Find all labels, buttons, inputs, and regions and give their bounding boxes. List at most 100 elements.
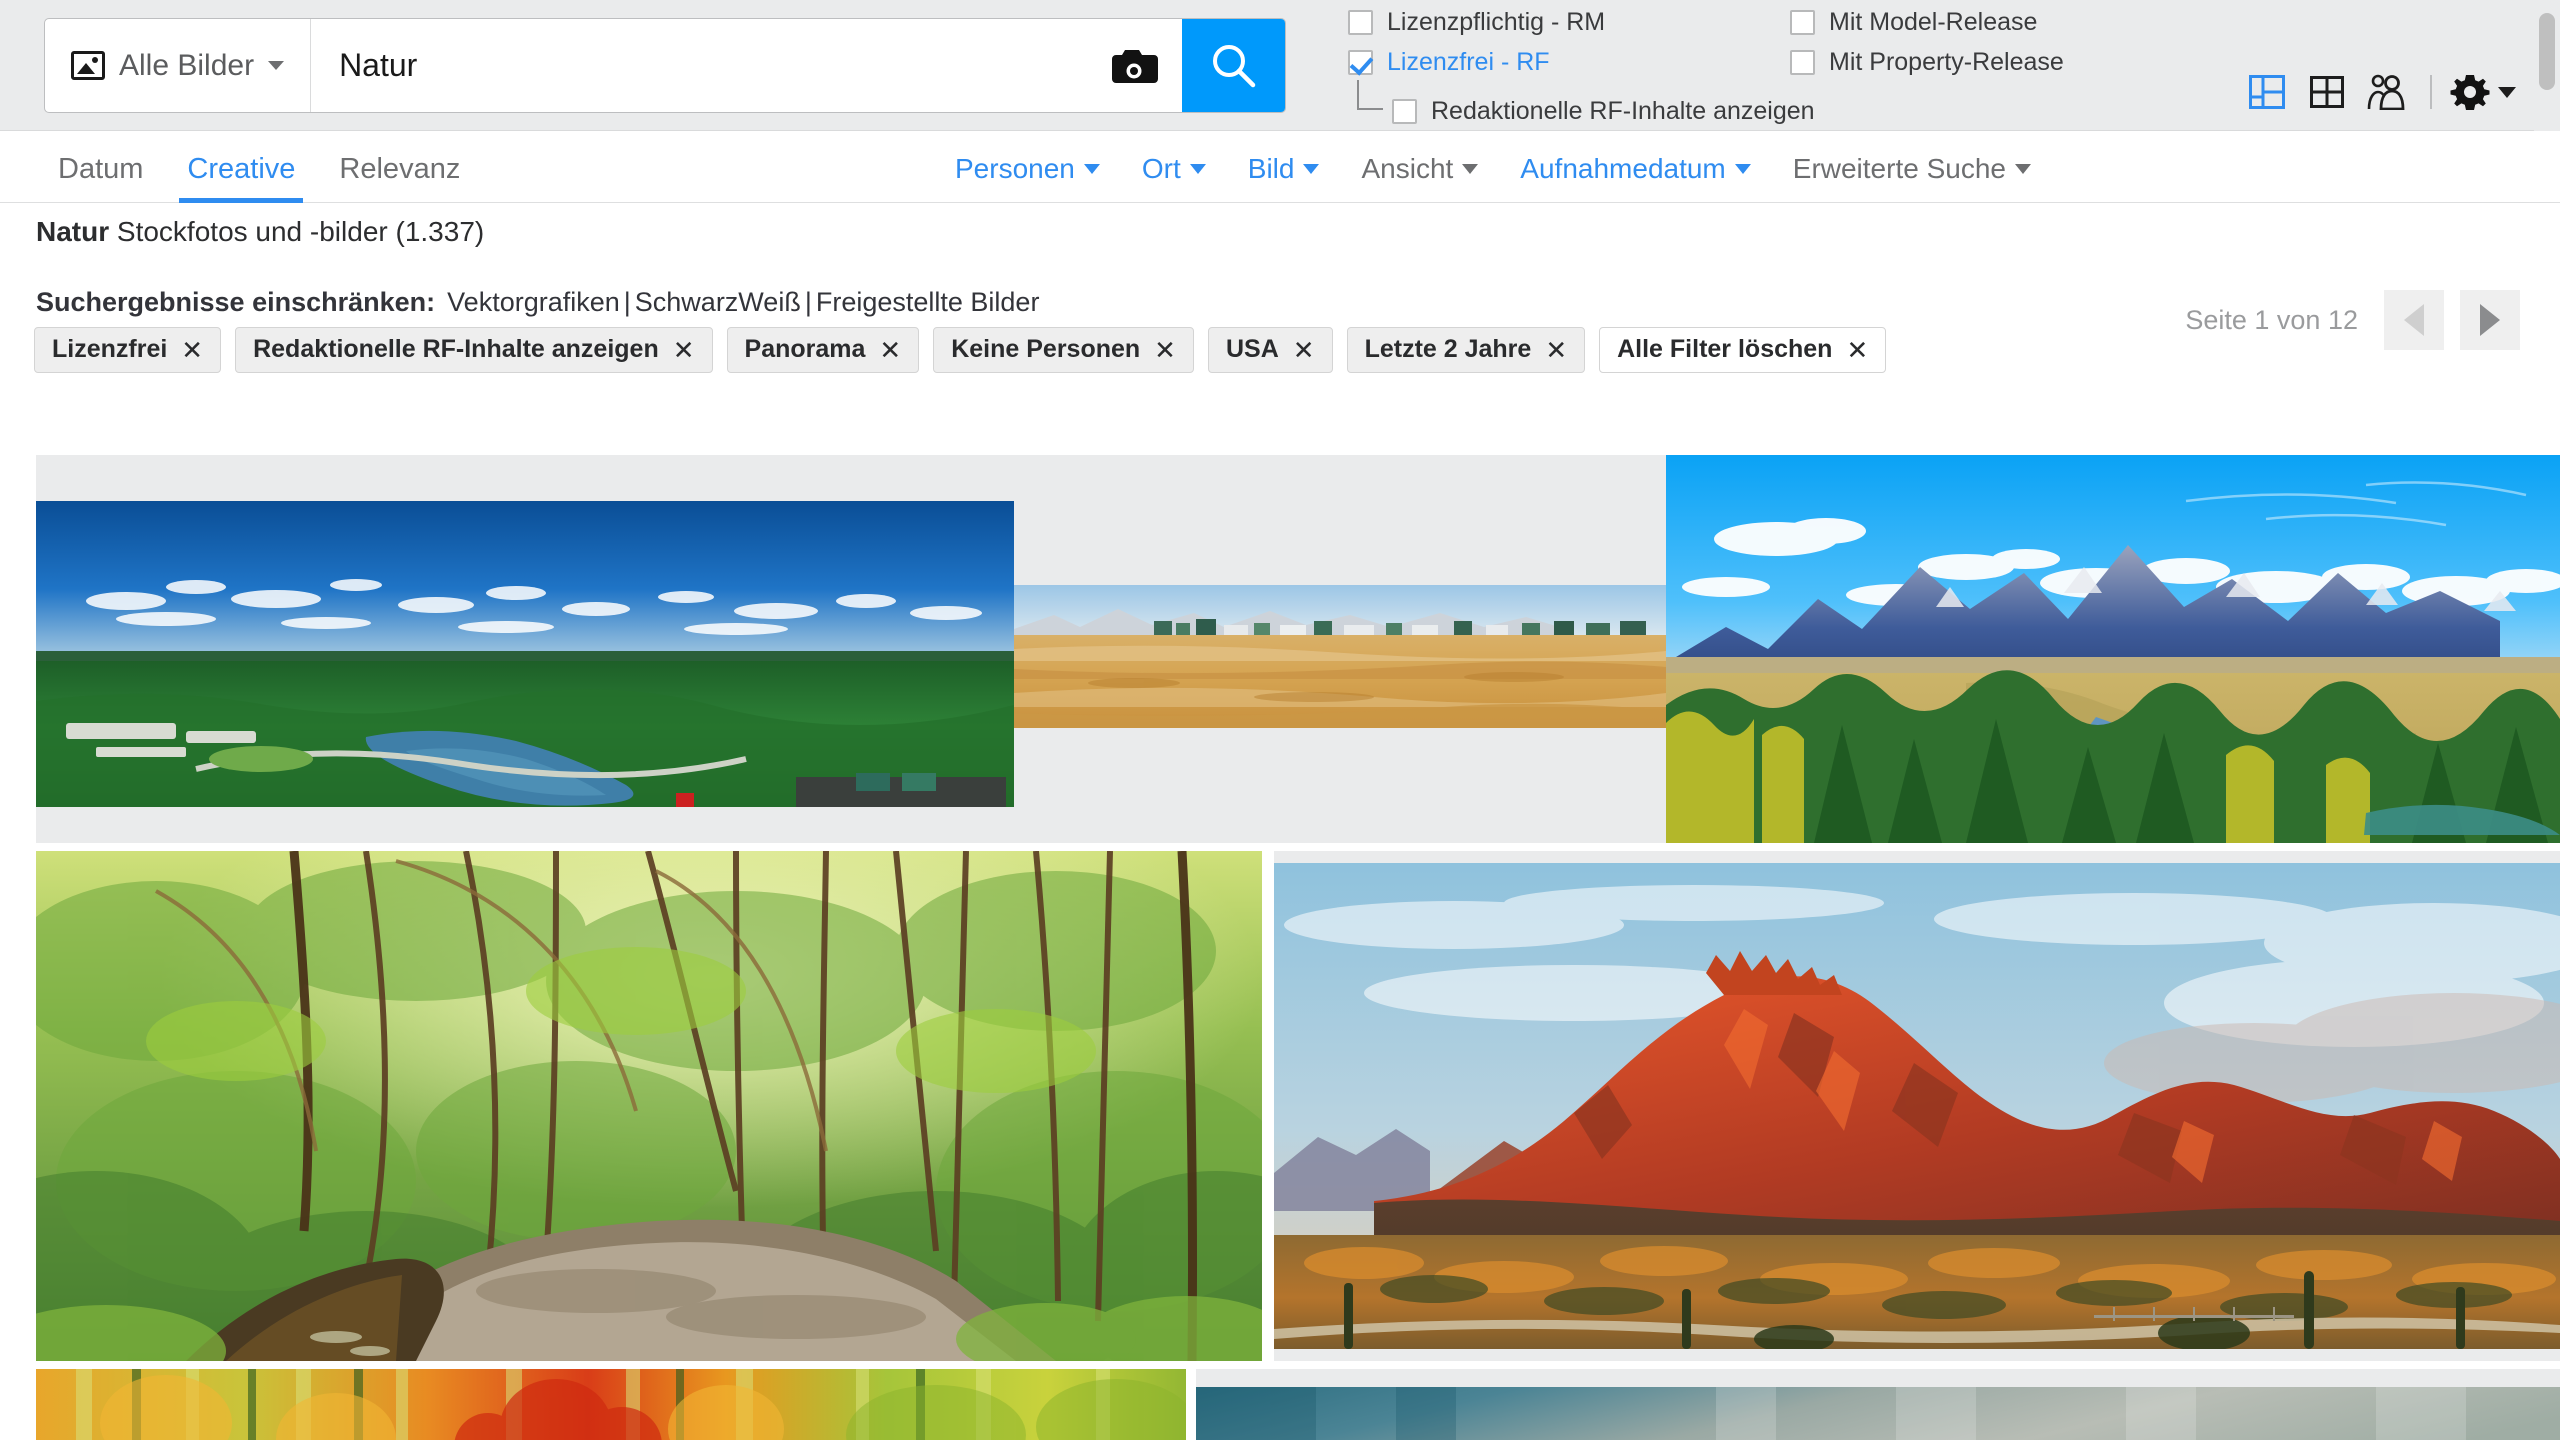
image-type-selector[interactable]: Alle Bilder	[45, 19, 312, 112]
people-view-icon	[2367, 74, 2405, 110]
triangle-left-icon	[2404, 304, 2424, 336]
chip-panorama[interactable]: Panorama ✕	[726, 327, 920, 373]
dropdown-erweiterte-suche[interactable]: Erweiterte Suche	[1793, 153, 2031, 185]
dropdown-erweiterte-suche-label: Erweiterte Suche	[1792, 153, 2006, 184]
checkbox-label-model-release: Mit Model-Release	[1829, 8, 2038, 36]
checkbox-row-rm[interactable]: Lizenzpflichtig - RM	[1348, 8, 1815, 37]
chevron-down-icon	[2014, 164, 2031, 174]
refine-label: Suchergebnisse einschränken:	[36, 287, 436, 317]
checkbox-rf[interactable]	[1348, 50, 1373, 75]
chip-lizenzfrei[interactable]: Lizenzfrei ✕	[34, 327, 222, 373]
chip-label: Letzte 2 Jahre	[1364, 335, 1532, 363]
chip-letzte-2-jahre[interactable]: Letzte 2 Jahre ✕	[1346, 327, 1586, 373]
close-icon[interactable]: ✕	[879, 337, 901, 363]
search-input[interactable]	[311, 19, 1086, 112]
checkbox-model-release[interactable]	[1790, 10, 1815, 35]
chip-label: Alle Filter löschen	[1617, 335, 1833, 363]
tree-branch-icon	[1357, 80, 1383, 110]
chip-label: Lizenzfrei	[52, 335, 168, 363]
dropdown-ort-label: Ort	[1141, 153, 1181, 184]
close-icon[interactable]: ✕	[1545, 337, 1567, 363]
scrollbar-thumb[interactable]	[2539, 13, 2555, 90]
close-icon[interactable]: ✕	[181, 337, 203, 363]
grid-view-icon	[2310, 76, 2344, 108]
refine-link-schwarzweiss[interactable]: SchwarzWeiß	[635, 287, 801, 318]
results-suffix: Stockfotos und -bilder (1.337)	[109, 216, 485, 247]
license-filter-group-right: Mit Model-Release Mit Property-Release	[1790, 8, 2064, 88]
camera-icon	[1112, 49, 1158, 83]
photo-tile-mossy-rainforest[interactable]	[36, 851, 1262, 1361]
tab-creative[interactable]: Creative	[165, 131, 317, 203]
camera-search-button[interactable]	[1086, 19, 1182, 112]
search-bar[interactable]: Alle Bilder	[44, 18, 1286, 113]
photo-tile-autumn-aspens[interactable]	[36, 1369, 1186, 1440]
photo-image-red-rock-desert	[1274, 863, 2560, 1349]
prev-page-button[interactable]	[2384, 290, 2444, 350]
license-filter-group-left: Lizenzpflichtig - RM Lizenzfrei - RF Red…	[1348, 8, 1815, 126]
chip-redaktionelle-rf-inhalte[interactable]: Redaktionelle RF-Inhalte anzeigen ✕	[235, 327, 713, 373]
checkbox-row-editorial[interactable]: Redaktionelle RF-Inhalte anzeigen	[1357, 80, 1815, 126]
chip-label: USA	[1225, 335, 1279, 363]
checkbox-row-property-release[interactable]: Mit Property-Release	[1790, 48, 2064, 77]
top-header: Alle Bilder Natur Lizenzpflichtig - RM L…	[0, 0, 2560, 131]
active-filter-chips: Lizenzfrei ✕ Redaktionelle RF-Inhalte an…	[34, 327, 1887, 373]
checkbox-row-model-release[interactable]: Mit Model-Release	[1790, 8, 2064, 37]
photo-image-mossy-rainforest	[36, 851, 1262, 1361]
close-icon[interactable]: ✕	[673, 337, 695, 363]
chip-keine-personen[interactable]: Keine Personen ✕	[933, 327, 1194, 373]
photo-tile-teton-mountains[interactable]	[1666, 455, 2560, 843]
photo-image-coastal-haze	[1196, 1387, 2560, 1440]
results-headline: Natur Stockfotos und -bilder (1.337)	[36, 216, 484, 248]
toolbar-divider	[2430, 75, 2432, 109]
page-indicator: Seite 1 von 12	[2185, 304, 2358, 335]
chevron-down-icon	[1734, 164, 1751, 174]
dropdown-ort[interactable]: Ort	[1142, 153, 1206, 185]
photo-tile-red-rock-desert[interactable]	[1274, 851, 2560, 1361]
next-page-button[interactable]	[2460, 290, 2520, 350]
close-icon[interactable]: ✕	[1154, 337, 1176, 363]
dropdown-personen[interactable]: Personen	[955, 153, 1100, 185]
settings-button[interactable]	[2450, 72, 2516, 112]
chevron-down-icon	[268, 61, 285, 70]
chip-label: Keine Personen	[951, 335, 1141, 363]
mosaic-view-button[interactable]	[2242, 73, 2292, 111]
close-icon[interactable]: ✕	[1846, 337, 1868, 363]
dropdown-ansicht-label: Ansicht	[1361, 153, 1454, 184]
dropdown-aufnahmedatum[interactable]: Aufnahmedatum	[1520, 153, 1751, 185]
chevron-down-icon	[1189, 164, 1206, 174]
refine-separator: |	[623, 287, 631, 317]
dropdown-ansicht[interactable]: Ansicht	[1361, 153, 1479, 185]
stock-photo-search-page: Alle Bilder Natur Lizenzpflichtig - RM L…	[0, 0, 2560, 1440]
refine-link-freigestellte-bilder[interactable]: Freigestellte Bilder	[816, 287, 1040, 318]
chip-label: Panorama	[744, 335, 866, 363]
chip-usa[interactable]: USA ✕	[1207, 327, 1333, 373]
checkbox-property-release[interactable]	[1790, 50, 1815, 75]
sort-tabs: Datum Creative Relevanz	[36, 131, 482, 203]
refine-link-vektorgrafiken[interactable]: Vektorgrafiken	[447, 287, 620, 318]
checkbox-rm[interactable]	[1348, 10, 1373, 35]
grid-view-button[interactable]	[2302, 73, 2352, 111]
close-icon[interactable]: ✕	[1293, 337, 1315, 363]
photo-tile-prairie-grassland[interactable]	[1014, 455, 1666, 843]
checkbox-label-rf: Lizenzfrei - RF	[1387, 48, 1550, 76]
chip-alle-filter-loeschen[interactable]: Alle Filter löschen ✕	[1599, 327, 1887, 373]
tab-relevanz[interactable]: Relevanz	[317, 131, 482, 203]
dropdown-bild[interactable]: Bild	[1248, 153, 1320, 185]
photo-tile-aerial-forest-lake[interactable]	[36, 455, 1014, 843]
people-view-button[interactable]	[2362, 73, 2412, 111]
dropdown-aufnahmedatum-label: Aufnahmedatum	[1520, 153, 1726, 184]
photo-tile-coastal-haze[interactable]	[1196, 1369, 2560, 1440]
page-scrollbar[interactable]	[2534, 0, 2560, 131]
checkbox-label-rm: Lizenzpflichtig - RM	[1387, 8, 1606, 36]
refine-results-row: Suchergebnisse einschränken: Vektorgrafi…	[36, 287, 1039, 318]
pagination: Seite 1 von 12	[2185, 290, 2520, 350]
checkbox-row-rf[interactable]: Lizenzfrei - RF	[1348, 48, 1815, 77]
checkbox-editorial[interactable]	[1392, 99, 1417, 124]
filter-dropdowns: Personen Ort Bild Ansicht Aufnahmedatum …	[955, 153, 2073, 185]
caret-down-icon	[2498, 86, 2516, 98]
search-submit-button[interactable]	[1182, 19, 1285, 112]
photo-image-autumn-aspens	[36, 1369, 1186, 1440]
tab-datum[interactable]: Datum	[36, 131, 165, 203]
chip-label: Redaktionelle RF-Inhalte anzeigen	[253, 335, 659, 363]
gear-icon	[2450, 75, 2490, 110]
